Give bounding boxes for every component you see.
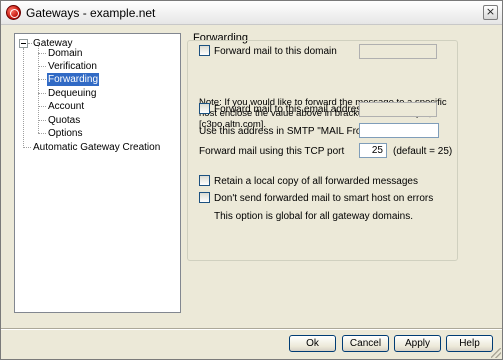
mdaemon-logo-icon xyxy=(6,5,21,20)
tcp-port-label: Forward mail using this TCP port xyxy=(199,146,345,157)
checkbox-box[interactable] xyxy=(199,175,210,186)
no-smarthost-label: Don't send forwarded mail to smart host … xyxy=(214,193,434,204)
retain-copy-checkbox[interactable]: Retain a local copy of all forwarded mes… xyxy=(199,175,418,188)
tree-connector xyxy=(23,48,24,148)
tree-connector xyxy=(38,53,46,54)
tree-item-quotas[interactable]: Quotas xyxy=(47,114,81,127)
resize-grip-icon[interactable] xyxy=(491,348,501,358)
tree-item-dequeuing[interactable]: Dequeuing xyxy=(47,87,97,100)
no-smarthost-checkbox[interactable]: Don't send forwarded mail to smart host … xyxy=(199,192,433,205)
checkbox-box[interactable] xyxy=(199,45,210,56)
forward-email-input[interactable] xyxy=(359,102,437,117)
forward-email-checkbox[interactable]: Forward mail to this email address xyxy=(199,103,366,116)
retain-copy-label: Retain a local copy of all forwarded mes… xyxy=(214,176,418,187)
tree-connector xyxy=(38,93,46,94)
checkbox-box[interactable] xyxy=(199,192,210,203)
smtp-from-label: Use this address in SMTP "MAIL From" xyxy=(199,126,374,137)
tcp-port-input[interactable]: 25 xyxy=(359,143,387,158)
tree-connector xyxy=(23,147,31,148)
help-button[interactable]: Help xyxy=(446,335,493,352)
tree-connector xyxy=(38,133,46,134)
tree-connector xyxy=(38,106,46,107)
tree-item-forwarding[interactable]: Forwarding xyxy=(47,73,100,86)
navigation-tree[interactable]: Gateway Domain Verification Forwarding D… xyxy=(14,33,181,313)
apply-button[interactable]: Apply xyxy=(394,335,441,352)
tree-connector xyxy=(38,66,46,67)
forward-domain-input[interactable] xyxy=(359,44,437,59)
tree-connector xyxy=(38,120,46,121)
close-icon[interactable]: × xyxy=(483,5,498,20)
collapse-toggle-icon[interactable] xyxy=(19,39,28,48)
tree-item-domain[interactable]: Domain xyxy=(47,47,83,60)
forward-email-label: Forward mail to this email address xyxy=(214,104,367,115)
cancel-button[interactable]: Cancel xyxy=(342,335,389,352)
global-option-note: This option is global for all gateway do… xyxy=(214,211,413,222)
ok-button[interactable]: Ok xyxy=(289,335,336,352)
forwarding-panel: Forwarding Forward mail to this domain N… xyxy=(187,28,496,312)
gateways-dialog: Gateways - example.net × Gateway Domain … xyxy=(0,0,503,360)
tree-item-account[interactable]: Account xyxy=(47,100,85,113)
forward-domain-checkbox[interactable]: Forward mail to this domain xyxy=(199,45,337,58)
button-bar-separator xyxy=(1,328,502,330)
tcp-port-default-label: (default = 25) xyxy=(393,146,453,157)
tree-item-options[interactable]: Options xyxy=(47,127,83,140)
tree-connector xyxy=(38,79,46,80)
title-bar: Gateways - example.net × xyxy=(1,1,502,25)
smtp-from-input[interactable] xyxy=(359,123,439,138)
window-title: Gateways - example.net xyxy=(26,6,156,20)
tree-item-verification[interactable]: Verification xyxy=(47,60,98,73)
checkbox-box[interactable] xyxy=(199,103,210,114)
tree-item-automatic-gateway-creation[interactable]: Automatic Gateway Creation xyxy=(32,141,161,154)
forward-domain-label: Forward mail to this domain xyxy=(214,46,337,57)
